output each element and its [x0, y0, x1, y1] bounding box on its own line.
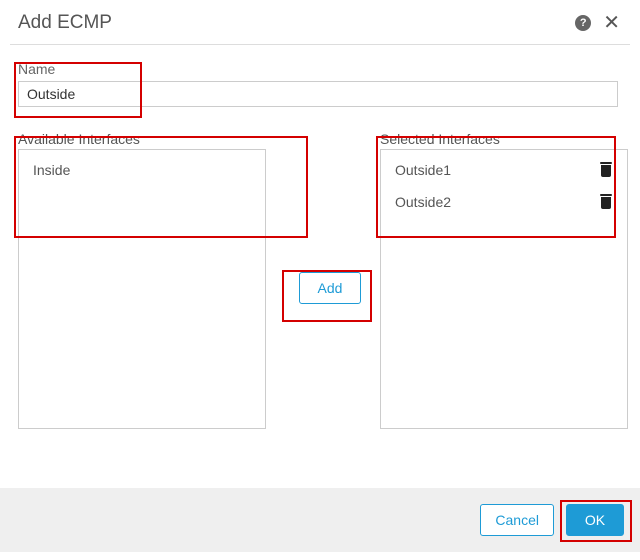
- ok-button[interactable]: OK: [566, 504, 624, 536]
- available-caption: Available Interfaces: [18, 131, 266, 147]
- dialog-body: Name Available Interfaces Inside Add Sel…: [0, 45, 640, 475]
- list-item[interactable]: Inside: [19, 154, 265, 186]
- add-ecmp-dialog: Add ECMP ? ✕ Name Available Interfaces I…: [0, 0, 640, 560]
- cancel-button[interactable]: Cancel: [480, 504, 554, 536]
- list-item[interactable]: Outside2: [381, 186, 627, 218]
- available-interfaces-group: Available Interfaces Inside: [18, 131, 266, 429]
- list-item-label: Outside2: [395, 194, 451, 210]
- selected-caption: Selected Interfaces: [380, 131, 628, 147]
- list-item-label: Outside1: [395, 162, 451, 178]
- trash-icon[interactable]: [599, 162, 613, 178]
- dialog-footer: Cancel OK: [0, 488, 640, 552]
- name-input[interactable]: [18, 81, 618, 107]
- name-section: Name: [18, 61, 622, 107]
- selected-listbox[interactable]: Outside1 Outside2: [380, 149, 628, 429]
- dialog-header: Add ECMP ? ✕: [0, 0, 640, 44]
- trash-icon[interactable]: [599, 194, 613, 210]
- close-icon[interactable]: ✕: [601, 15, 622, 31]
- name-label: Name: [18, 61, 622, 77]
- list-item-label: Inside: [33, 162, 70, 178]
- selected-interfaces-group: Selected Interfaces Outside1 Outside2: [380, 131, 628, 429]
- dialog-title: Add ECMP: [18, 12, 112, 34]
- add-button[interactable]: Add: [299, 272, 361, 304]
- header-actions: ? ✕: [575, 15, 622, 31]
- help-icon[interactable]: ?: [575, 15, 591, 31]
- interface-lists: Available Interfaces Inside Add Selected…: [18, 131, 622, 441]
- available-listbox[interactable]: Inside: [18, 149, 266, 429]
- list-item[interactable]: Outside1: [381, 154, 627, 186]
